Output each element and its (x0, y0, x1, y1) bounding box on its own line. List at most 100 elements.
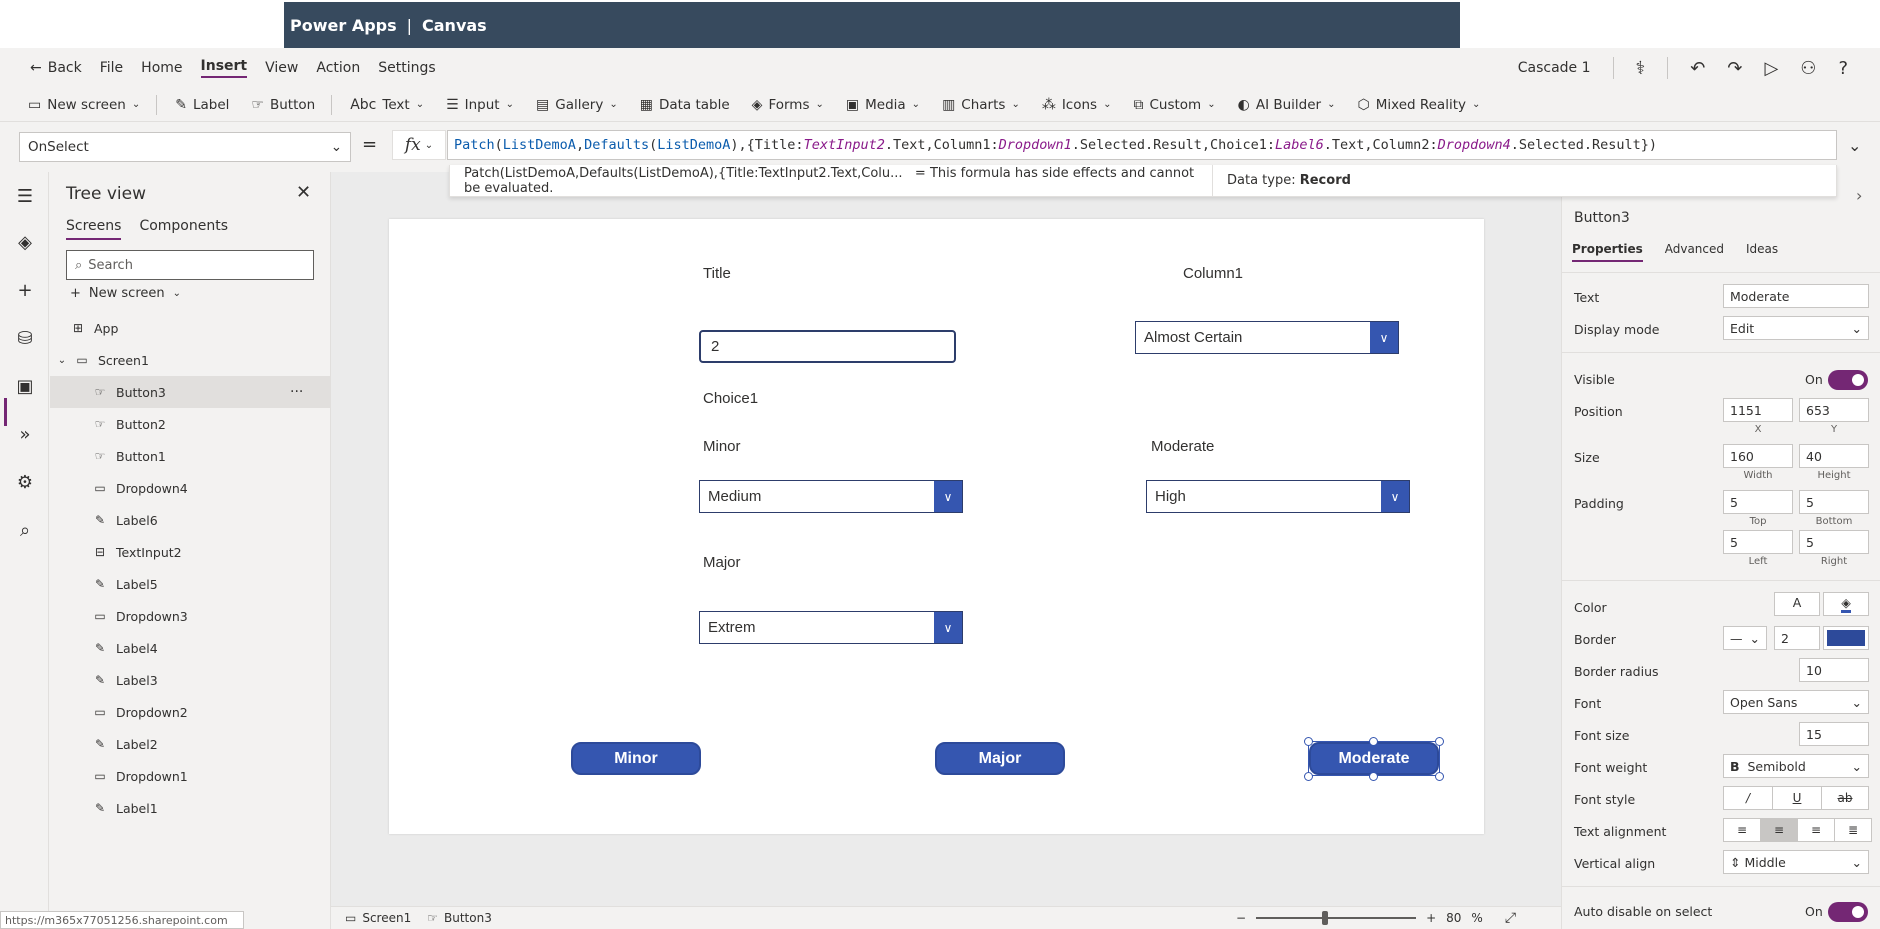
fx-button[interactable]: fx ⌄ (392, 130, 446, 160)
tab-ideas[interactable]: Ideas (1746, 242, 1778, 262)
tree-item-dropdown3[interactable]: ▭ Dropdown3 (50, 600, 331, 632)
resize-handle[interactable] (1369, 772, 1378, 781)
padding-left-input[interactable]: 5 (1723, 530, 1793, 554)
major-dropdown[interactable]: Extrem ∨ (699, 611, 963, 644)
ribbon-new-screen[interactable]: ▭ New screen ⌄ (28, 97, 140, 113)
help-icon[interactable]: ? (1838, 58, 1848, 79)
media-icon[interactable]: ▣ (13, 376, 37, 397)
tab-advanced[interactable]: Advanced (1665, 242, 1724, 262)
tree-search-input[interactable]: ⌕ Search (66, 250, 314, 280)
tree-item-dropdown4[interactable]: ▭ Dropdown4 (50, 472, 331, 504)
tree-item-label3[interactable]: ✎ Label3 (50, 664, 331, 696)
tree-item-label1[interactable]: ✎ Label1 (50, 792, 331, 824)
ribbon-input[interactable]: ☰ Input ⌄ (446, 97, 514, 113)
breadcrumb-control[interactable]: ☞ Button3 (427, 911, 492, 925)
redo-icon[interactable]: ↷ (1727, 58, 1742, 79)
padding-right-input[interactable]: 5 (1799, 530, 1869, 554)
chevron-right-icon[interactable]: › (1856, 186, 1862, 205)
tree-item-label2[interactable]: ✎ Label2 (50, 728, 331, 760)
menu-file[interactable]: File (100, 60, 123, 76)
align-center-icon[interactable]: ≡ (1760, 818, 1798, 842)
ribbon-ai-builder[interactable]: ◐ AI Builder ⌄ (1238, 97, 1336, 113)
stethoscope-icon[interactable]: ⚕ (1636, 58, 1646, 79)
insert-plus-icon[interactable]: + (13, 280, 37, 301)
chevron-down-icon[interactable]: ∨ (934, 612, 962, 643)
chevron-down-icon[interactable]: ∨ (934, 481, 962, 512)
menu-home[interactable]: Home (141, 60, 182, 76)
title-text-input[interactable]: 2 (699, 330, 956, 363)
tree-view-icon[interactable]: ◈ (13, 232, 37, 253)
label-choice1[interactable]: Choice1 (703, 390, 758, 407)
prop-text-input[interactable]: Moderate (1723, 284, 1869, 308)
tree-item-button2[interactable]: ☞ Button2 (50, 408, 331, 440)
prop-display-mode-select[interactable]: Edit ⌄ (1723, 316, 1869, 340)
tree-item-dropdown2[interactable]: ▭ Dropdown2 (50, 696, 331, 728)
position-y-input[interactable]: 653 (1799, 398, 1869, 422)
tree-item-app[interactable]: ⊞ App (50, 312, 331, 344)
menu-action[interactable]: Action (316, 60, 360, 76)
tab-screens[interactable]: Screens (66, 218, 122, 240)
align-right-icon[interactable]: ≡ (1797, 818, 1835, 842)
vertical-align-select[interactable]: ⇕ Middle ⌄ (1723, 850, 1869, 874)
resize-handle[interactable] (1304, 737, 1313, 746)
column1-dropdown[interactable]: Almost Certain ∨ (1135, 321, 1399, 354)
zoom-in-button[interactable]: + (1426, 911, 1436, 925)
ribbon-custom[interactable]: ⧉ Custom ⌄ (1133, 97, 1215, 113)
text-color-picker[interactable]: A (1774, 592, 1820, 616)
border-width-input[interactable]: 2 (1774, 626, 1820, 650)
size-width-input[interactable]: 160 (1723, 444, 1793, 468)
label-major[interactable]: Major (703, 554, 741, 571)
hamburger-menu-icon[interactable]: ☰ (13, 186, 37, 207)
ribbon-media[interactable]: ▣ Media ⌄ (846, 97, 920, 113)
align-left-icon[interactable]: ≡ (1723, 818, 1761, 842)
breadcrumb-screen[interactable]: ▭ Screen1 (345, 911, 411, 925)
tree-item-label6[interactable]: ✎ Label6 (50, 504, 331, 536)
label-title[interactable]: Title (703, 265, 731, 282)
resize-handle[interactable] (1369, 737, 1378, 746)
auto-disable-toggle[interactable] (1828, 902, 1868, 922)
minor-dropdown[interactable]: Medium ∨ (699, 480, 963, 513)
back-button[interactable]: ← Back (30, 60, 82, 76)
zoom-slider[interactable] (1256, 911, 1417, 925)
strikethrough-button[interactable]: ab (1821, 786, 1869, 810)
ribbon-label[interactable]: ✎ Label (175, 97, 229, 113)
label-moderate[interactable]: Moderate (1151, 438, 1214, 455)
major-button[interactable]: Major (935, 742, 1065, 775)
chevron-down-icon[interactable]: ∨ (1381, 481, 1409, 512)
resize-handle[interactable] (1435, 772, 1444, 781)
zoom-slider-thumb[interactable] (1322, 911, 1329, 925)
chevron-down-icon[interactable]: ⌄ (1848, 136, 1861, 155)
font-weight-select[interactable]: B Semibold ⌄ (1723, 754, 1869, 778)
underline-button[interactable]: U (1772, 786, 1822, 810)
border-style-select[interactable]: — ⌄ (1723, 626, 1767, 650)
chevron-down-icon[interactable]: ⌄ (56, 355, 68, 366)
ribbon-charts[interactable]: ▥ Charts ⌄ (942, 97, 1020, 113)
moderate-dropdown[interactable]: High ∨ (1146, 480, 1410, 513)
resize-handle[interactable] (1304, 772, 1313, 781)
position-x-input[interactable]: 1151 (1723, 398, 1793, 422)
data-icon[interactable]: ⛁ (13, 328, 37, 349)
tree-item-label5[interactable]: ✎ Label5 (50, 568, 331, 600)
minor-button[interactable]: Minor (571, 742, 701, 775)
chevron-down-icon[interactable]: ∨ (1370, 322, 1398, 353)
ribbon-data-table[interactable]: ▦ Data table (640, 97, 730, 113)
ribbon-gallery[interactable]: ▤ Gallery ⌄ (536, 97, 618, 113)
new-screen-button[interactable]: + New screen ⌄ (70, 286, 181, 301)
tree-item-label4[interactable]: ✎ Label4 (50, 632, 331, 664)
ribbon-button[interactable]: ☞ Button (251, 97, 315, 113)
align-justify-icon[interactable]: ≣ (1834, 818, 1872, 842)
menu-insert[interactable]: Insert (200, 58, 248, 78)
zoom-out-button[interactable]: − (1236, 911, 1246, 925)
menu-settings[interactable]: Settings (378, 60, 435, 76)
user-icon[interactable]: ⚇ (1800, 58, 1816, 79)
font-select[interactable]: Open Sans ⌄ (1723, 690, 1869, 714)
tree-item-button3[interactable]: ☞ Button3 ··· (50, 376, 331, 408)
close-icon[interactable]: ✕ (296, 182, 311, 203)
tree-item-dropdown1[interactable]: ▭ Dropdown1 (50, 760, 331, 792)
menu-view[interactable]: View (265, 60, 298, 76)
fill-color-picker[interactable]: ◈ (1823, 592, 1869, 616)
ribbon-forms[interactable]: ◈ Forms ⌄ (752, 97, 824, 113)
power-automate-icon[interactable]: » (13, 424, 37, 445)
padding-top-input[interactable]: 5 (1723, 490, 1793, 514)
tab-components[interactable]: Components (139, 218, 228, 240)
